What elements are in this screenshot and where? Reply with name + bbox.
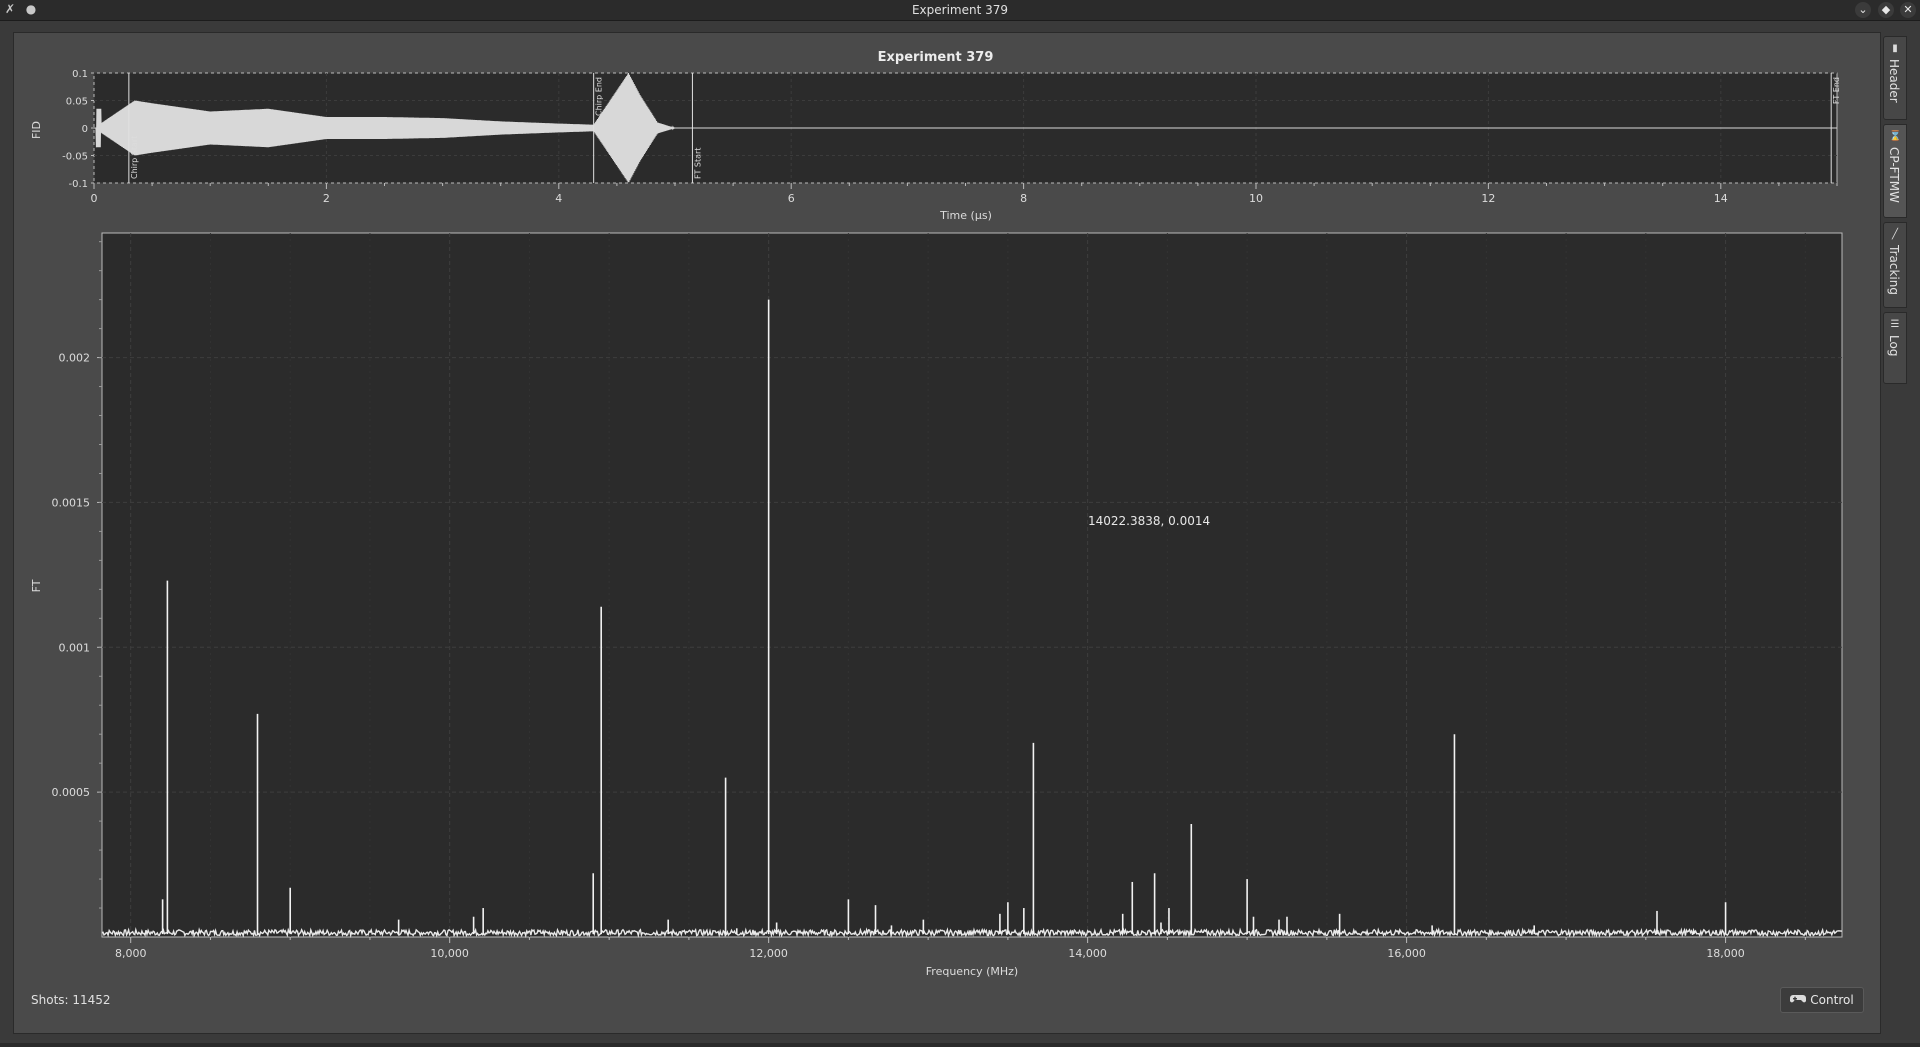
- ft-y-tick-label: 0.0015: [52, 496, 91, 509]
- ft-y-axis-label: FT: [30, 579, 43, 592]
- tab-log[interactable]: ☰ Log: [1883, 312, 1907, 384]
- minimize-button[interactable]: ⌄: [1855, 2, 1871, 18]
- ft-plot-area: [101, 232, 1843, 938]
- cp-ftmw-icon: ⌛: [1889, 131, 1902, 142]
- tab-header[interactable]: ▮ Header: [1883, 36, 1907, 120]
- document-icon: ▮: [1892, 43, 1898, 54]
- ft-x-ticks: 8,000 10,000 12,000 14,000 16,000 18,000: [115, 937, 1806, 960]
- ft-x-tick-label: 18,000: [1706, 947, 1745, 960]
- ft-plot[interactable]: 0.002 0.0015 0.001 0.0005 8,000 10,000 12,000…: [14, 33, 1880, 993]
- cursor-readout: 14022.3838, 0.0014: [1088, 514, 1211, 528]
- ft-x-tick-label: 10,000: [430, 947, 469, 960]
- gamepad-icon: [1790, 993, 1807, 1008]
- bottom-border: [0, 1043, 1920, 1047]
- tracking-icon: ╱: [1891, 229, 1899, 240]
- ft-x-tick-label: 16,000: [1387, 947, 1426, 960]
- ft-y-tick-label: 0.001: [59, 641, 91, 654]
- close-button[interactable]: ✕: [1900, 2, 1916, 18]
- tab-cp-ftmw[interactable]: ⌛ CP-FTMW: [1883, 124, 1907, 218]
- ft-y-tick-label: 0.0005: [52, 786, 91, 799]
- ft-x-axis-label: Frequency (MHz): [926, 965, 1018, 978]
- ft-y-ticks: 0.002 0.0015 0.001 0.0005: [52, 241, 102, 909]
- control-button[interactable]: Control: [1780, 987, 1864, 1013]
- ft-y-tick-label: 0.002: [59, 352, 91, 365]
- tab-tracking[interactable]: ╱ Tracking: [1883, 222, 1907, 308]
- window-titlebar: ✗ ● Experiment 379 ⌄ ◆ ✕: [0, 0, 1920, 21]
- control-button-label: Control: [1810, 993, 1854, 1007]
- shots-counter: Shots: 11452: [31, 993, 111, 1007]
- ft-x-tick-label: 12,000: [749, 947, 788, 960]
- window-title: Experiment 379: [911, 3, 1009, 17]
- ft-x-tick-label: 8,000: [115, 947, 147, 960]
- ft-x-tick-label: 14,000: [1068, 947, 1107, 960]
- log-icon: ☰: [1890, 319, 1900, 330]
- experiment-view: Experiment 379 Chirp Start Chirp End FT St…: [13, 32, 1881, 1034]
- maximize-button[interactable]: ◆: [1878, 2, 1894, 18]
